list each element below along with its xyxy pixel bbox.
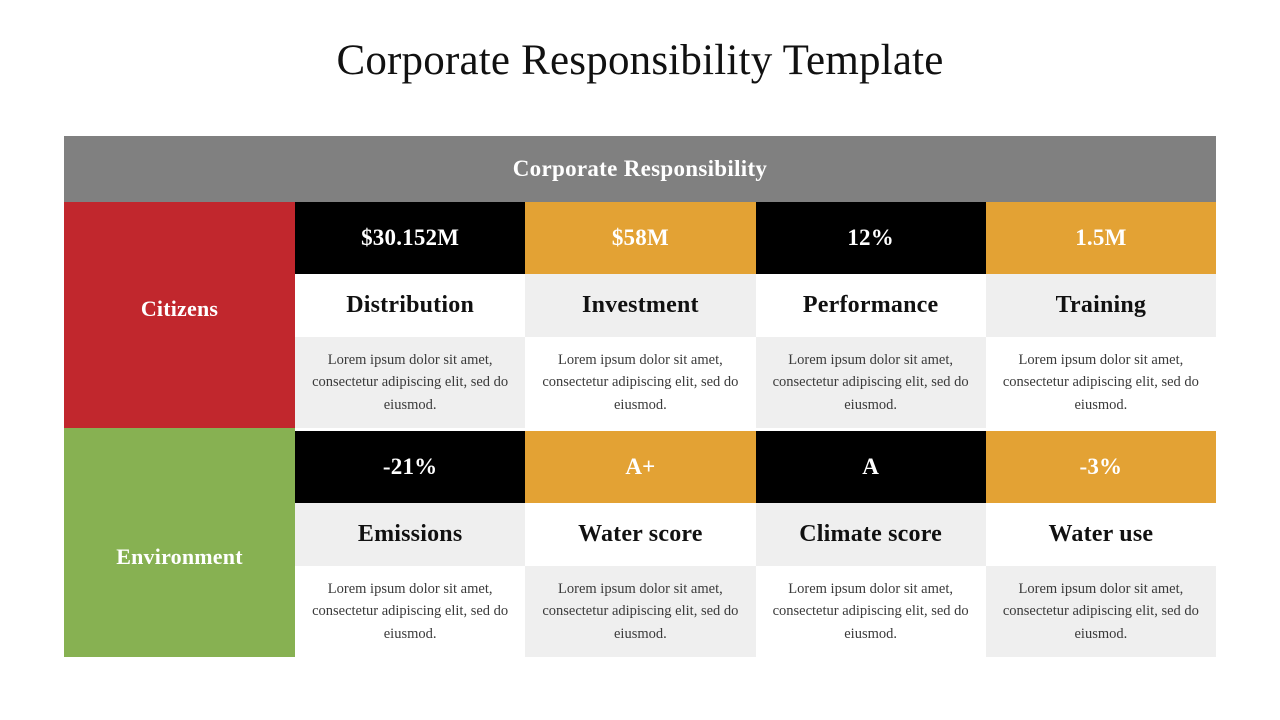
slide-canvas: Corporate Responsibility Template Corpor… — [0, 0, 1280, 720]
metric-label: Performance — [802, 292, 939, 318]
category-cell-citizens[interactable]: Citizens — [64, 202, 295, 428]
metric-label-cell: Water use — [985, 503, 1216, 566]
metric-columns: $30.152M Distribution Lorem ipsum dolor … — [295, 202, 1216, 428]
metric-description-cell: Lorem ipsum dolor sit amet, consectetur … — [755, 566, 986, 657]
metric-value: -3% — [1079, 454, 1123, 479]
metric-description: Lorem ipsum dolor sit amet, consectetur … — [1002, 352, 1199, 413]
metric-value-cell: 12% — [755, 202, 986, 274]
table-header-label: Corporate Responsibility — [512, 156, 768, 181]
metric-description: Lorem ipsum dolor sit amet, consectetur … — [312, 352, 509, 413]
metric-label: Water use — [1048, 521, 1154, 547]
metric-value-cell: -21% — [295, 431, 526, 503]
metric-column[interactable]: $30.152M Distribution Lorem ipsum dolor … — [295, 202, 526, 428]
metric-description-cell: Lorem ipsum dolor sit amet, consectetur … — [295, 337, 526, 428]
metric-column[interactable]: 1.5M Training Lorem ipsum dolor sit amet… — [985, 202, 1216, 428]
metric-value: $58M — [611, 225, 669, 250]
responsibility-table: Corporate Responsibility Citizens $30.15… — [64, 136, 1216, 657]
metric-description-cell: Lorem ipsum dolor sit amet, consectetur … — [525, 566, 756, 657]
metric-description: Lorem ipsum dolor sit amet, consectetur … — [542, 352, 739, 413]
category-cell-environment[interactable]: Environment — [64, 428, 295, 657]
metric-value-cell: -3% — [985, 431, 1216, 503]
metric-label-cell: Training — [985, 274, 1216, 337]
metric-description: Lorem ipsum dolor sit amet, consectetur … — [1002, 581, 1199, 642]
metric-value: -21% — [382, 454, 438, 479]
metric-column[interactable]: $58M Investment Lorem ipsum dolor sit am… — [525, 202, 756, 428]
metric-label-cell: Climate score — [755, 503, 986, 566]
metric-value-cell: A+ — [525, 431, 756, 503]
table-row: Environment -21% Emissions Lorem ipsum d… — [64, 428, 1216, 657]
metric-label: Water score — [578, 521, 703, 547]
metric-label: Training — [1055, 292, 1147, 318]
category-label: Environment — [116, 543, 243, 569]
metric-value-cell: 1.5M — [985, 202, 1216, 274]
metric-columns: -21% Emissions Lorem ipsum dolor sit ame… — [295, 428, 1216, 657]
metric-label-cell: Water score — [525, 503, 756, 566]
metric-value: A+ — [625, 454, 656, 479]
metric-label-cell: Distribution — [295, 274, 526, 337]
metric-description: Lorem ipsum dolor sit amet, consectetur … — [542, 581, 739, 642]
metric-column[interactable]: A Climate score Lorem ipsum dolor sit am… — [755, 428, 986, 657]
metric-column[interactable]: A+ Water score Lorem ipsum dolor sit ame… — [525, 428, 756, 657]
metric-description: Lorem ipsum dolor sit amet, consectetur … — [312, 581, 509, 642]
metric-value: $30.152M — [361, 225, 460, 250]
category-label: Citizens — [140, 296, 219, 321]
metric-value: 12% — [847, 225, 894, 250]
metric-label: Emissions — [357, 521, 463, 547]
metric-label: Investment — [582, 292, 699, 318]
metric-column[interactable]: -3% Water use Lorem ipsum dolor sit amet… — [985, 428, 1216, 657]
metric-description-cell: Lorem ipsum dolor sit amet, consectetur … — [525, 337, 756, 428]
metric-column[interactable]: 12% Performance Lorem ipsum dolor sit am… — [755, 202, 986, 428]
page-title: Corporate Responsibility Template — [336, 37, 944, 84]
metric-label: Distribution — [346, 292, 474, 318]
metric-value: A — [862, 454, 880, 479]
metric-label-cell: Investment — [525, 274, 756, 337]
metric-value: 1.5M — [1075, 225, 1127, 250]
table-header-bar: Corporate Responsibility — [64, 136, 1216, 202]
metric-value-cell: $58M — [525, 202, 756, 274]
metric-label-cell: Emissions — [295, 503, 526, 566]
table-row: Citizens $30.152M Distribution Lorem ips… — [64, 202, 1216, 428]
metric-label-cell: Performance — [755, 274, 986, 337]
metric-description-cell: Lorem ipsum dolor sit amet, consectetur … — [295, 566, 526, 657]
metric-description: Lorem ipsum dolor sit amet, consectetur … — [772, 581, 969, 642]
metric-column[interactable]: -21% Emissions Lorem ipsum dolor sit ame… — [295, 428, 526, 657]
metric-description: Lorem ipsum dolor sit amet, consectetur … — [772, 352, 969, 413]
metric-value-cell: A — [755, 431, 986, 503]
metric-description-cell: Lorem ipsum dolor sit amet, consectetur … — [985, 337, 1216, 428]
metric-label: Climate score — [799, 521, 943, 547]
metric-description-cell: Lorem ipsum dolor sit amet, consectetur … — [985, 566, 1216, 657]
metric-value-cell: $30.152M — [295, 202, 526, 274]
metric-description-cell: Lorem ipsum dolor sit amet, consectetur … — [755, 337, 986, 428]
